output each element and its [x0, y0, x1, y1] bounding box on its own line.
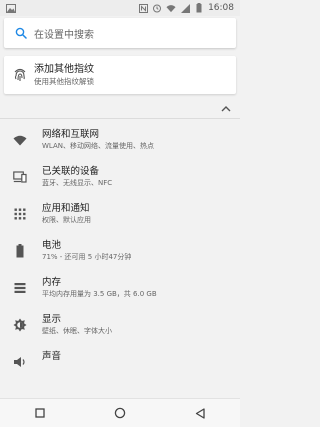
- settings-item-subtitle: WLAN、移动网络、流量使用、热点: [42, 142, 155, 150]
- settings-item-title: 声音: [42, 351, 62, 362]
- square-icon: [35, 408, 45, 418]
- battery-icon: [194, 3, 204, 13]
- search-bar[interactable]: 在设置中搜索: [4, 18, 236, 48]
- settings-item-title: 内存: [42, 277, 62, 288]
- wifi-icon: [8, 128, 32, 152]
- settings-item-sound[interactable]: 声音: [0, 342, 240, 379]
- settings-item-subtitle: 71% - 还可用 5 小时47分钟: [42, 253, 132, 261]
- settings-item-title: 已关联的设备: [42, 166, 100, 177]
- status-time: 16:08: [208, 3, 234, 13]
- settings-item-display[interactable]: 显示 壁纸、休眠、字体大小: [0, 305, 240, 342]
- suggestion-title: 添加其他指纹: [34, 64, 94, 75]
- settings-item-subtitle: 权限、默认应用: [42, 216, 91, 224]
- back-button[interactable]: [188, 401, 212, 425]
- search-placeholder: 在设置中搜索: [34, 29, 94, 41]
- suggestion-card[interactable]: 添加其他指纹 使用其他指纹解锁: [4, 56, 236, 94]
- suggestions-collapse[interactable]: [0, 100, 240, 120]
- settings-item-title: 电池: [42, 240, 62, 251]
- settings-item-network[interactable]: 网络和互联网 WLAN、移动网络、流量使用、热点: [0, 120, 240, 157]
- navigation-bar: [0, 398, 240, 427]
- n-icon: [138, 3, 148, 13]
- settings-item-subtitle: 平均内存用量为 3.5 GB，共 6.0 GB: [42, 290, 157, 298]
- signal-icon: [180, 3, 190, 13]
- triangle-back-icon: [195, 407, 205, 419]
- settings-item-title: 网络和互联网: [42, 129, 100, 140]
- settings-item-battery[interactable]: 电池 71% - 还可用 5 小时47分钟: [0, 231, 240, 268]
- search-icon: [8, 27, 34, 39]
- circle-icon: [114, 407, 126, 419]
- connected-devices-icon: [8, 165, 32, 189]
- recents-button[interactable]: [28, 401, 52, 425]
- suggestion-subtitle: 使用其他指纹解锁: [34, 77, 94, 86]
- status-bar: 16:08: [0, 0, 240, 16]
- chevron-up-icon[interactable]: [220, 103, 232, 115]
- battery-icon: [8, 239, 32, 263]
- image-icon: [6, 3, 16, 13]
- settings-item-subtitle: 壁纸、休眠、字体大小: [42, 327, 112, 335]
- alarm-icon: [152, 3, 162, 13]
- settings-item-connected-devices[interactable]: 已关联的设备 蓝牙、无线显示、NFC: [0, 157, 240, 194]
- divider: [0, 118, 240, 119]
- storage-icon: [8, 276, 32, 300]
- sound-icon: [8, 350, 32, 374]
- settings-item-apps[interactable]: 应用和通知 权限、默认应用: [0, 194, 240, 231]
- home-button[interactable]: [108, 401, 132, 425]
- display-icon: [8, 313, 32, 337]
- settings-list: 网络和互联网 WLAN、移动网络、流量使用、热点 已关联的设备 蓝牙、无线显示、…: [0, 120, 240, 379]
- fingerprint-icon: [6, 67, 34, 83]
- settings-item-title: 显示: [42, 314, 62, 325]
- settings-item-storage[interactable]: 内存 平均内存用量为 3.5 GB，共 6.0 GB: [0, 268, 240, 305]
- wifi-icon: [166, 3, 176, 13]
- apps-icon: [8, 202, 32, 226]
- settings-item-title: 应用和通知: [42, 203, 90, 214]
- settings-item-subtitle: 蓝牙、无线显示、NFC: [42, 179, 113, 187]
